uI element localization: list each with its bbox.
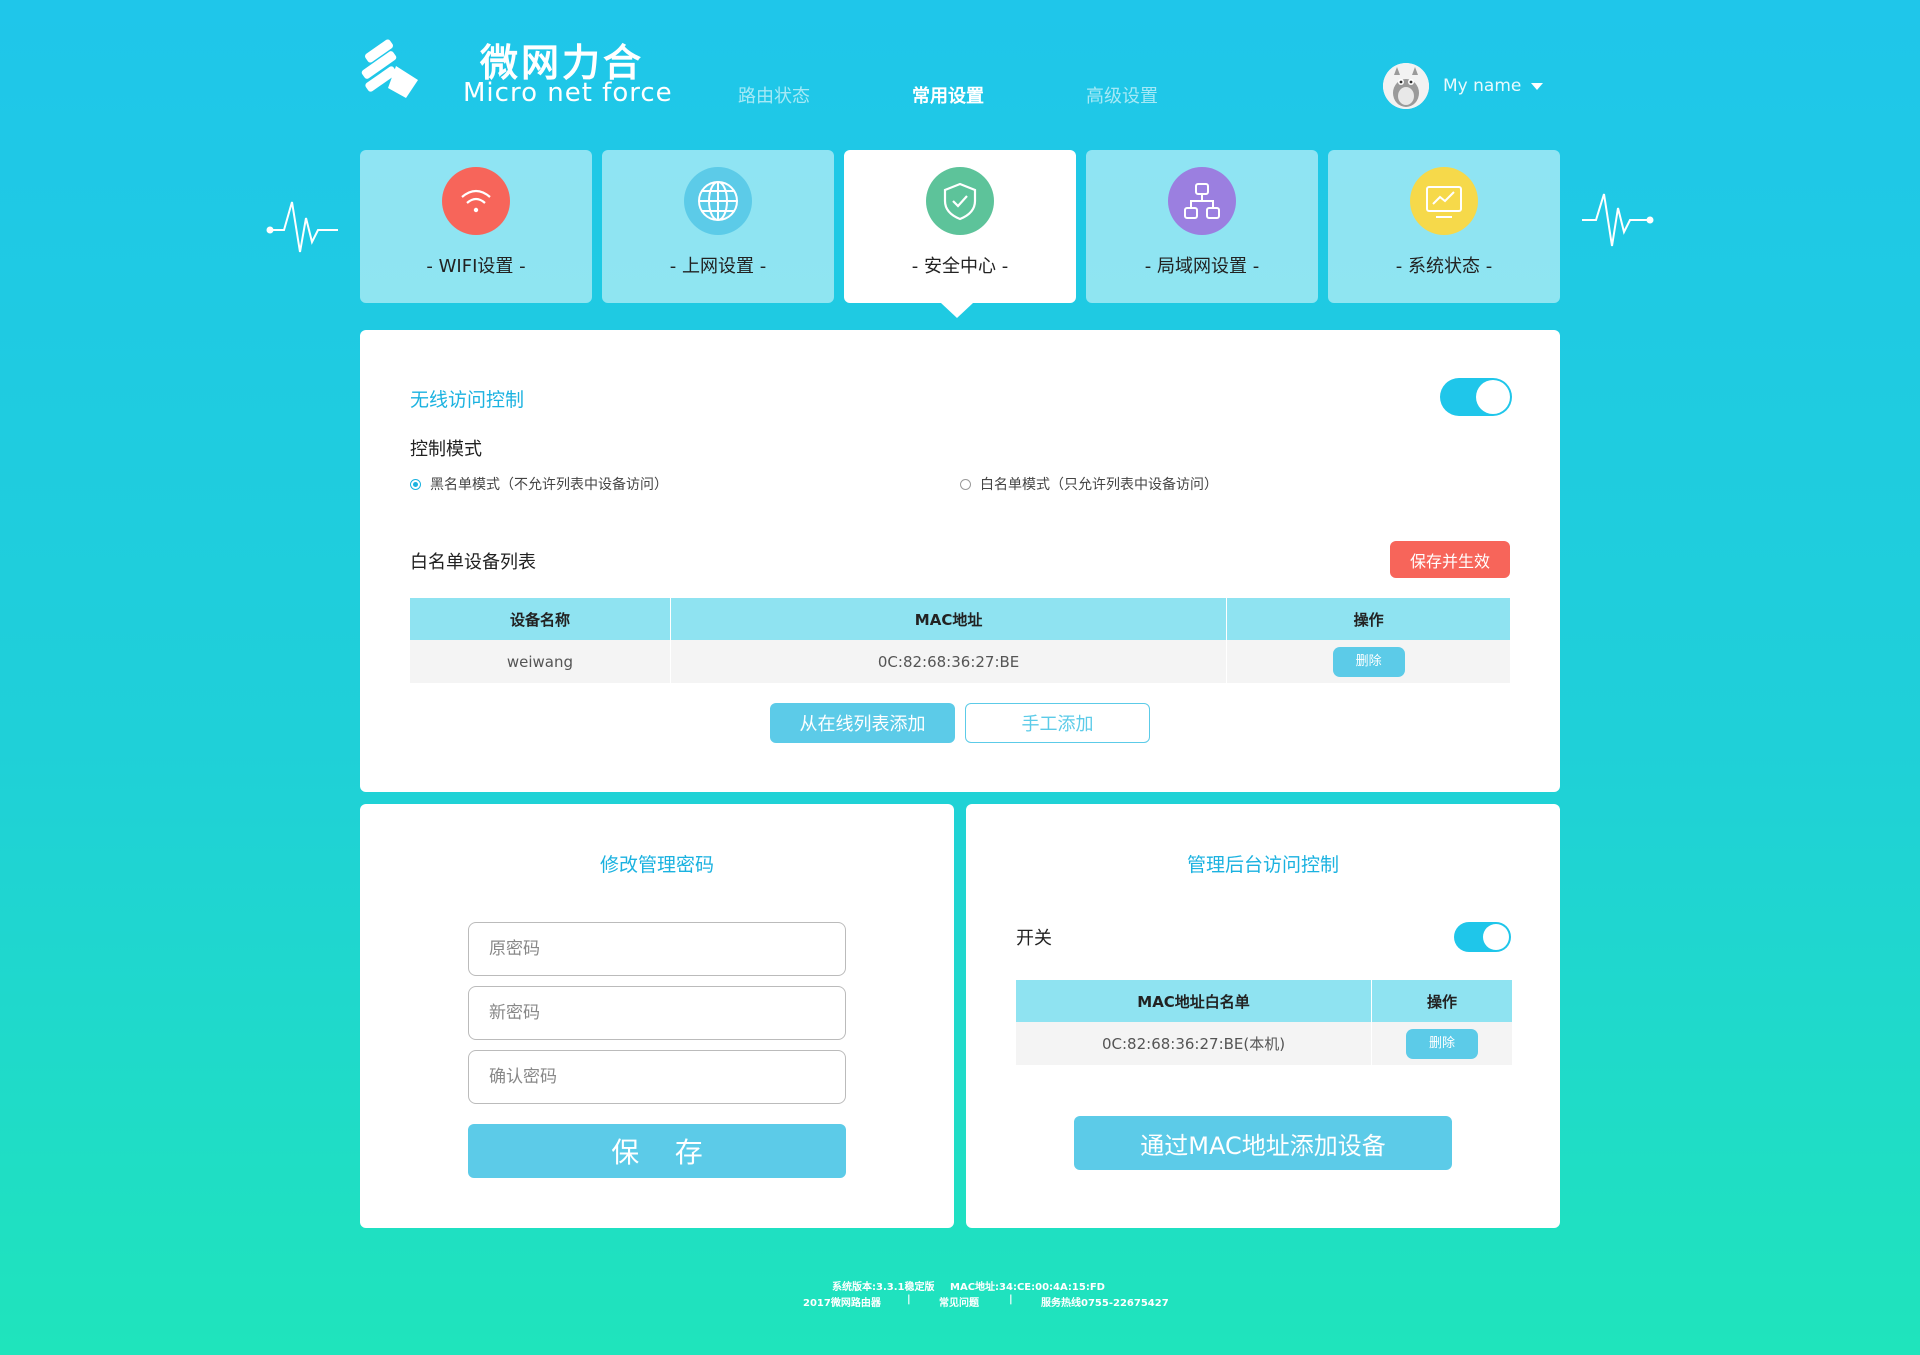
whitelist-device-list-title: 白名单设备列表: [410, 552, 536, 573]
tab-label: - 系统状态 -: [1395, 256, 1493, 277]
network-icon: [1168, 167, 1236, 235]
add-from-online-list-button[interactable]: 从在线列表添加: [770, 703, 955, 743]
whitelist-table: 设备名称 MAC地址 操作 weiwang 0C:82:68:36:27:BE …: [410, 598, 1510, 683]
wireless-title: 无线访问控制: [410, 389, 525, 411]
nav-common-settings[interactable]: 常用设置: [912, 82, 984, 108]
delete-button[interactable]: 删除: [1332, 646, 1405, 677]
tab-label: - WIFI设置 -: [426, 256, 526, 277]
chevron-down-icon: [1531, 82, 1544, 90]
heartbeat-left-icon: [266, 190, 342, 264]
blacklist-mode-option[interactable]: 黑名单模式（不允许列表中设备访问）: [410, 474, 668, 494]
save-password-button[interactable]: 保 存: [468, 1124, 846, 1178]
shield-icon: [926, 167, 994, 235]
footer-hotline: 服务热线0755-22675427: [1041, 1298, 1169, 1309]
footer-faq-link[interactable]: 常见问题: [939, 1294, 979, 1309]
avatar: [1383, 63, 1429, 109]
change-password-panel: 修改管理密码 保 存: [360, 804, 954, 1228]
column-action: 操作: [1226, 598, 1510, 640]
brand-logo: [358, 32, 428, 102]
heartbeat-right-icon: [1578, 190, 1654, 264]
column-action: 操作: [1371, 980, 1512, 1022]
column-mac-whitelist: MAC地址白名单: [1016, 980, 1373, 1022]
tab-wifi-settings[interactable]: - WIFI设置 -: [360, 150, 592, 303]
globe-icon: [684, 167, 752, 235]
footer-separator: |: [1009, 1294, 1013, 1305]
mac-cell: 0C:82:68:36:27:BE(本机): [1016, 1022, 1373, 1065]
delete-button[interactable]: 删除: [1406, 1028, 1479, 1059]
confirm-password-input[interactable]: [468, 1050, 846, 1104]
tab-internet-settings[interactable]: - 上网设置 -: [602, 150, 834, 303]
wifi-icon: [442, 167, 510, 235]
footer-separator: |: [907, 1294, 911, 1305]
table-row: 0C:82:68:36:27:BE(本机) 删除: [1016, 1022, 1512, 1065]
password-title: 修改管理密码: [599, 854, 714, 876]
wireless-toggle[interactable]: [1440, 378, 1512, 416]
tab-lan-settings[interactable]: - 局域网设置 -: [1086, 150, 1318, 303]
new-password-input[interactable]: [468, 986, 846, 1040]
tab-label: - 上网设置 -: [669, 256, 767, 277]
whitelist-mode-option[interactable]: 白名单模式（只允许列表中设备访问）: [960, 474, 1218, 494]
table-row: weiwang 0C:82:68:36:27:BE 删除: [410, 640, 1510, 683]
old-password-input[interactable]: [468, 922, 846, 976]
footer-version: 系统版本:3.3.1稳定版: [832, 1282, 935, 1293]
tab-system-status[interactable]: - 系统状态 -: [1328, 150, 1560, 303]
active-tab-pointer: [941, 303, 973, 318]
brand-name-en: Micro net force: [463, 78, 673, 108]
manual-add-button[interactable]: 手工添加: [965, 703, 1150, 743]
admin-access-toggle[interactable]: [1454, 922, 1511, 952]
footer-copyright: 2017微网路由器: [803, 1298, 881, 1309]
column-mac-address: MAC地址: [670, 598, 1228, 640]
wireless-access-panel: 无线访问控制 控制模式 黑名单模式（不允许列表中设备访问） 白名单模式（只允许列…: [360, 330, 1560, 792]
tab-security-center[interactable]: - 安全中心 -: [844, 150, 1076, 303]
whitelist-radio[interactable]: [960, 478, 971, 490]
admin-title: 管理后台访问控制: [1186, 854, 1339, 876]
tab-label: - 局域网设置 -: [1144, 256, 1260, 277]
blacklist-radio[interactable]: [410, 478, 421, 490]
switch-label: 开关: [1016, 928, 1052, 949]
admin-access-panel: 管理后台访问控制 开关 MAC地址白名单 操作 0C:82:68:36:27:B…: [966, 804, 1560, 1228]
save-apply-button[interactable]: 保存并生效: [1390, 541, 1510, 578]
mac-whitelist-table: MAC地址白名单 操作 0C:82:68:36:27:BE(本机) 删除: [1016, 980, 1512, 1065]
nav-router-status[interactable]: 路由状态: [738, 82, 810, 108]
tab-label: - 安全中心 -: [911, 256, 1009, 277]
add-device-by-mac-button[interactable]: 通过MAC地址添加设备: [1074, 1116, 1452, 1170]
user-menu[interactable]: My name: [1383, 63, 1544, 109]
user-name: My name: [1443, 76, 1522, 96]
control-mode-label: 控制模式: [410, 439, 482, 460]
device-name-cell: weiwang: [410, 640, 671, 683]
column-device-name: 设备名称: [410, 598, 671, 640]
mac-cell: 0C:82:68:36:27:BE: [670, 640, 1228, 683]
monitor-icon: [1410, 167, 1478, 235]
nav-advanced-settings[interactable]: 高级设置: [1086, 82, 1158, 108]
footer-mac: MAC地址:34:CE:00:4A:15:FD: [950, 1282, 1105, 1293]
